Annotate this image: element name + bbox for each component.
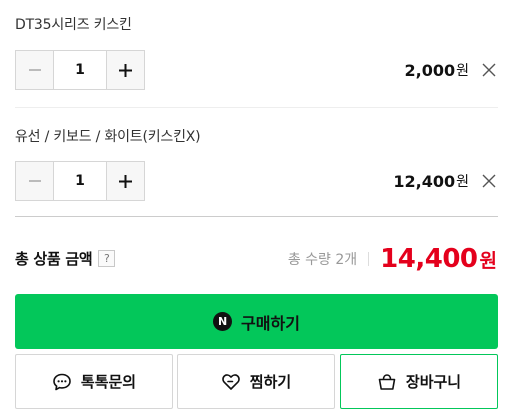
option-price: 2,000 원	[405, 50, 498, 90]
wishlist-label: 찜하기	[249, 373, 292, 391]
plus-icon	[119, 63, 132, 77]
option-name: DT35시리즈 키스킨	[15, 17, 132, 33]
decrease-button[interactable]	[16, 51, 54, 89]
divider	[15, 216, 498, 217]
quantity-value[interactable]: 1	[54, 51, 106, 89]
minus-icon	[28, 69, 41, 71]
heart-icon	[221, 373, 240, 390]
quantity-stepper: 1	[15, 161, 145, 201]
total-amount-unit: 원	[479, 249, 497, 272]
close-icon[interactable]	[481, 62, 497, 78]
total-quantity: 총 수량 2개	[287, 252, 358, 268]
quantity-stepper: 1	[15, 50, 145, 90]
product-order-panel: DT35시리즈 키스킨 1 2,000 원 유선 / 키보드 / 화이트(키스킨…	[0, 0, 505, 414]
option-name: 유선 / 키보드 / 화이트(키스킨X)	[15, 129, 201, 145]
option-price-unit: 원	[456, 174, 469, 190]
total-summary: 총 수량 2개 14,400 원	[288, 240, 497, 278]
total-amount: 14,400	[380, 244, 478, 274]
shopping-bag-icon	[378, 373, 396, 390]
cart-button[interactable]: 장바구니	[340, 354, 498, 409]
close-icon[interactable]	[481, 173, 497, 189]
help-icon[interactable]: ?	[98, 250, 116, 267]
buy-button-label: 구매하기	[241, 313, 300, 333]
chat-bubble-icon	[53, 373, 71, 390]
minus-icon	[28, 180, 41, 182]
total-label-text: 총 상품 금액	[15, 250, 93, 268]
option-price-value: 12,400	[393, 171, 456, 191]
separator	[368, 252, 370, 266]
talk-inquiry-label: 톡톡문의	[80, 373, 137, 391]
divider	[15, 107, 498, 108]
option-price-unit: 원	[456, 63, 469, 79]
wishlist-button[interactable]: 찜하기	[177, 354, 335, 409]
option-price: 12,400 원	[393, 161, 497, 201]
cart-label: 장바구니	[405, 373, 462, 391]
total-label: 총 상품 금액 ?	[15, 248, 116, 269]
decrease-button[interactable]	[16, 162, 54, 200]
option-price-value: 2,000	[404, 60, 456, 80]
quantity-value[interactable]: 1	[54, 162, 106, 200]
plus-icon	[119, 174, 132, 188]
increase-button[interactable]	[106, 162, 144, 200]
increase-button[interactable]	[106, 51, 144, 89]
buy-button[interactable]: N 구매하기	[15, 294, 498, 349]
talk-inquiry-button[interactable]: 톡톡문의	[15, 354, 173, 409]
naver-pay-icon: N	[213, 312, 233, 331]
